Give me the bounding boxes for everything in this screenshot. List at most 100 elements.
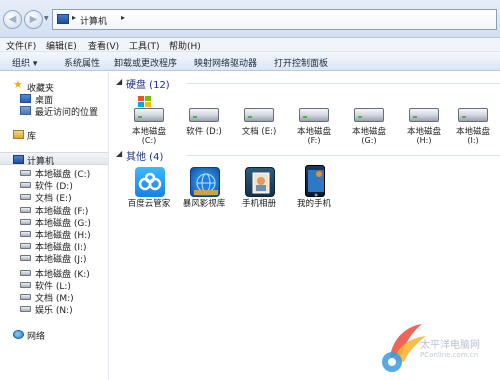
windows-logo-icon	[138, 96, 152, 108]
recent-places-icon	[20, 106, 31, 115]
item-label: 文档 (E:)	[241, 127, 277, 137]
drive-item-h[interactable]: 本地磁盘 (H:)	[397, 94, 451, 152]
item-sublabel: (H:)	[416, 136, 432, 145]
group-divider	[186, 83, 500, 84]
organize-button[interactable]: 组织 ▾	[12, 56, 37, 69]
address-bar: ◀ ▶ ▼ ▸ 计算机 ▸	[0, 0, 500, 38]
content-area: ◢ 硬盘 (12) 本地磁盘 (C:) 软件 (D:) 文档 (E:) 本地磁盘…	[110, 72, 500, 380]
pane-divider[interactable]	[108, 72, 109, 380]
nav-label: 最近访问的位置	[35, 108, 99, 118]
item-label: 我的手机	[296, 199, 331, 209]
nav-recent[interactable]: 最近访问的位置	[0, 104, 108, 118]
group-title: 其他 (4)	[126, 152, 164, 163]
item-label: 手机相册	[241, 199, 276, 209]
phone-icon	[305, 165, 325, 197]
menu-view[interactable]: 查看(V)	[88, 39, 119, 52]
other-item-my-phone[interactable]: 我的手机	[287, 163, 341, 221]
item-label: 暴风影视库	[182, 199, 226, 209]
group-header-other[interactable]: ◢ 其他 (4)	[116, 148, 500, 163]
nav-computer[interactable]: 计算机	[0, 152, 108, 167]
hard-drive-icon	[189, 108, 219, 122]
menu-edit[interactable]: 编辑(E)	[46, 39, 77, 52]
other-item-phone-album[interactable]: 手机相册	[232, 163, 286, 221]
nav-label: 网络	[27, 332, 46, 342]
address-input[interactable]: ▸ 计算机 ▸	[52, 9, 497, 30]
menu-tools[interactable]: 工具(T)	[129, 39, 160, 52]
library-icon	[13, 130, 24, 139]
hard-drive-icon	[458, 108, 488, 122]
item-sublabel: (C:)	[141, 136, 157, 145]
uninstall-program-button[interactable]: 卸载或更改程序	[114, 56, 177, 69]
nav-network[interactable]: 网络	[0, 328, 108, 342]
watermark-text: 太平洋电脑网	[420, 340, 480, 351]
globe-glyph-icon	[194, 173, 218, 195]
nav-drive-n[interactable]: 娱乐 (N:)	[0, 302, 108, 316]
computer-icon	[57, 14, 69, 24]
hard-drive-icon	[409, 108, 439, 122]
map-network-drive-button[interactable]: 映射网络驱动器	[194, 56, 257, 69]
nav-label: 本地磁盘 (J:)	[35, 255, 87, 265]
drive-icon	[20, 170, 31, 176]
star-icon: ★	[13, 78, 23, 91]
system-properties-button[interactable]: 系统属性	[64, 56, 100, 69]
computer-icon	[13, 155, 24, 164]
hard-drive-icon	[134, 108, 164, 122]
collapse-icon[interactable]: ◢	[116, 149, 122, 158]
item-sublabel: (I:)	[467, 136, 479, 145]
drive-icon	[20, 270, 31, 276]
chevron-right-icon[interactable]: ▸	[121, 13, 125, 22]
hard-drive-icon	[354, 108, 384, 122]
drive-icon	[20, 231, 31, 237]
drive-icon	[20, 207, 31, 213]
chevron-right-icon[interactable]: ▸	[72, 13, 76, 22]
menu-file[interactable]: 文件(F)	[6, 39, 36, 52]
open-control-panel-button[interactable]: 打开控制面板	[274, 56, 328, 69]
nav-drive-e[interactable]: 文档 (E:)	[0, 190, 108, 204]
drive-item-i[interactable]: 本地磁盘 (I:)	[446, 94, 500, 152]
drive-icon	[20, 243, 31, 249]
breadcrumb-computer[interactable]: 计算机	[80, 14, 107, 27]
group-title: 硬盘 (12)	[126, 80, 170, 91]
drive-icon	[20, 194, 31, 200]
navigation-pane: ★ 收藏夹 桌面 最近访问的位置 库 计算机 本地磁盘 (C:) 软件 (D:)…	[0, 72, 108, 380]
forward-button[interactable]: ▶	[24, 10, 43, 29]
photo-album-icon	[245, 167, 275, 197]
nav-drive-j[interactable]: 本地磁盘 (J:)	[0, 251, 108, 265]
drive-icon	[20, 255, 31, 261]
cloud-glyph-icon	[138, 172, 162, 191]
item-sublabel: (G:)	[361, 136, 377, 145]
drive-icon	[20, 294, 31, 300]
watermark-url: PConline.com.cn	[420, 351, 479, 359]
other-item-baofeng[interactable]: 暴风影视库	[177, 163, 231, 221]
drive-icon	[20, 182, 31, 188]
nav-library[interactable]: 库	[0, 128, 108, 142]
other-item-baidu-cloud[interactable]: 百度云管家	[122, 163, 176, 221]
baidu-cloud-icon	[135, 167, 165, 197]
nav-label: 娱乐 (N:)	[35, 306, 73, 316]
photo-glyph-icon	[252, 172, 270, 194]
network-icon	[13, 330, 24, 339]
drive-icon	[20, 306, 31, 312]
hard-drive-icon	[244, 108, 274, 122]
collapse-icon[interactable]: ◢	[116, 77, 122, 86]
drive-item-d[interactable]: 软件 (D:)	[177, 94, 231, 152]
nav-label: 库	[27, 132, 37, 142]
baofeng-icon	[190, 167, 220, 197]
back-button[interactable]: ◀	[3, 10, 22, 29]
item-label: 百度云管家	[127, 199, 171, 209]
drive-icon	[20, 219, 31, 225]
drive-icon	[20, 282, 31, 288]
hard-drive-icon	[299, 108, 329, 122]
menu-help[interactable]: 帮助(H)	[169, 39, 201, 52]
item-sublabel: (F:)	[307, 136, 321, 145]
drive-item-e[interactable]: 文档 (E:)	[232, 94, 286, 152]
drive-item-c[interactable]: 本地磁盘 (C:)	[122, 94, 176, 152]
group-header-hard-disks[interactable]: ◢ 硬盘 (12)	[116, 76, 500, 91]
drive-item-g[interactable]: 本地磁盘 (G:)	[342, 94, 396, 152]
history-dropdown-icon[interactable]: ▼	[44, 15, 49, 22]
phone-glyph-icon	[308, 170, 324, 197]
item-label: 软件 (D:)	[186, 127, 222, 137]
drive-item-f[interactable]: 本地磁盘 (F:)	[287, 94, 341, 152]
command-bar: 组织 ▾ 系统属性 卸载或更改程序 映射网络驱动器 打开控制面板	[0, 52, 500, 71]
desktop-icon	[20, 94, 31, 103]
